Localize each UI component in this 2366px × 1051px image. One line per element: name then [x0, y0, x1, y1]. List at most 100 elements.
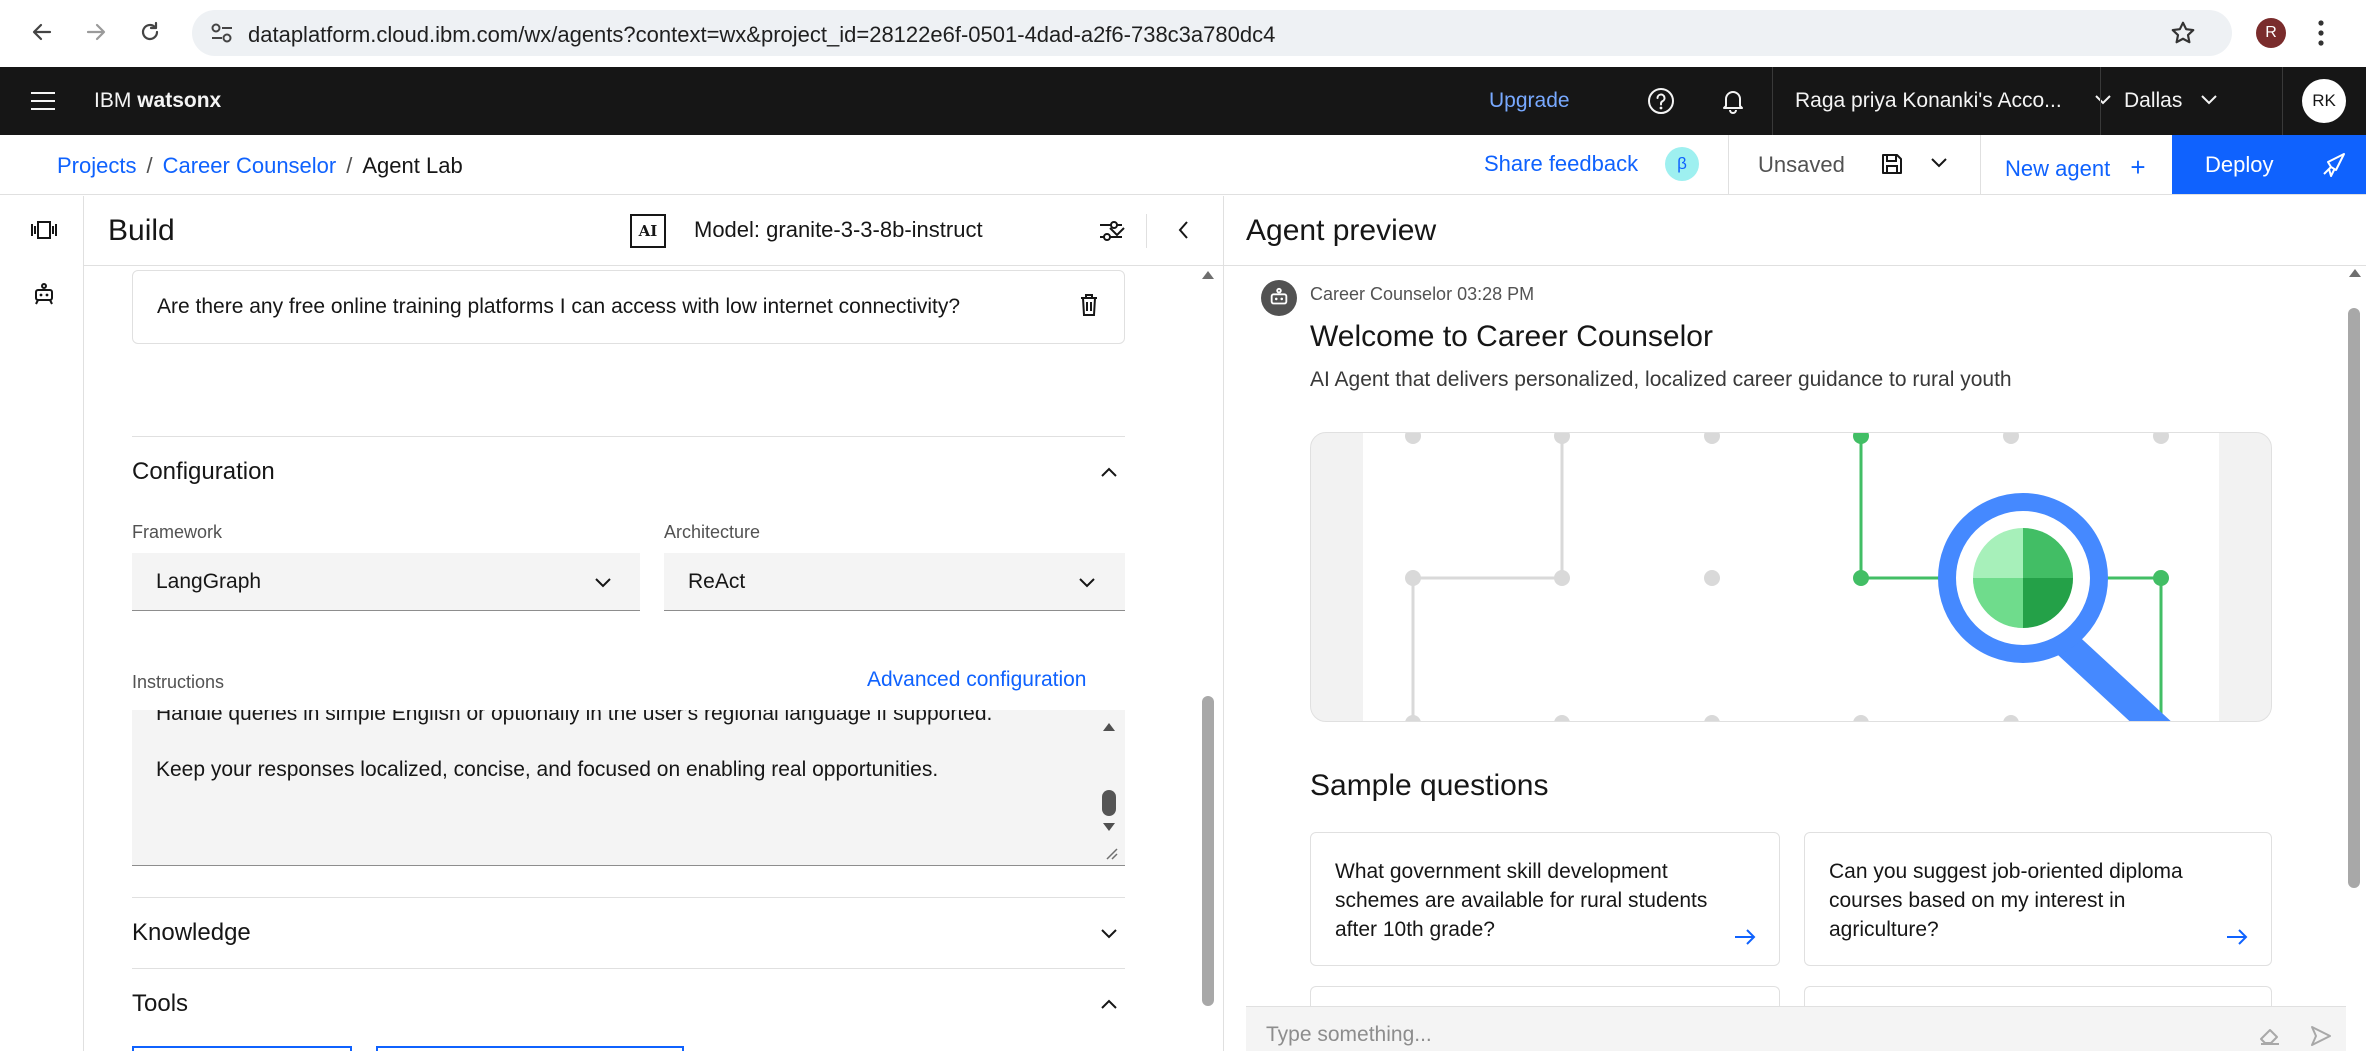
magnifier-network-icon: [1405, 433, 2171, 721]
chevron-down-icon: [594, 577, 612, 589]
forward-icon[interactable]: [78, 14, 114, 50]
sample-question-text: What government skill development scheme…: [1335, 860, 1708, 941]
add-tool-button[interactable]: [132, 1046, 352, 1051]
model-label: Model: granite-3-3-8b-instruct: [694, 217, 983, 242]
toolbar-divider: [1980, 135, 1981, 194]
brand-prefix: IBM: [94, 89, 132, 112]
configuration-title: Configuration: [132, 458, 275, 485]
framework-select[interactable]: LangGraph: [132, 553, 640, 611]
hero-canvas: [1363, 433, 2219, 721]
breadcrumb-separator: /: [346, 153, 353, 178]
app-header: IBM watsonx Upgrade Raga priya Konanki's…: [0, 67, 2366, 135]
deploy-label: Deploy: [2205, 152, 2274, 177]
agent-avatar: [1261, 280, 1297, 316]
site-settings-icon[interactable]: [210, 22, 234, 44]
header-divider: [2282, 67, 2283, 135]
browser-profile-avatar[interactable]: R: [2256, 18, 2286, 48]
model-settings-icon[interactable]: [1098, 218, 1124, 244]
header-divider: [2100, 67, 2101, 135]
resize-handle-icon[interactable]: [1104, 846, 1118, 860]
architecture-select[interactable]: ReAct: [664, 553, 1125, 611]
arrow-right-icon: [2225, 927, 2249, 947]
welcome-title: Welcome to Career Counselor: [1310, 320, 1713, 353]
sample-questions-title: Sample questions: [1310, 769, 1549, 802]
build-header: Build AI Model: granite-3-3-8b-instruct: [84, 196, 1223, 266]
architecture-value: ReAct: [688, 570, 746, 593]
brand-product: watsonx: [137, 89, 222, 112]
breadcrumb-agent-lab: Agent Lab: [362, 153, 463, 178]
new-agent-button[interactable]: New agent +: [2005, 152, 2146, 183]
instructions-label: Instructions: [132, 672, 225, 692]
sample-question-item[interactable]: Are there any free online training platf…: [132, 270, 1125, 344]
account-switcher[interactable]: Raga priya Konanki's Acco...: [1795, 67, 2111, 135]
build-scroll-thumb[interactable]: [1202, 696, 1214, 1006]
save-icon[interactable]: [1880, 152, 1904, 176]
textarea-scroll-thumb[interactable]: [1102, 790, 1116, 816]
preview-title: Agent preview: [1246, 214, 1437, 247]
tools-toggle[interactable]: Tools: [132, 968, 1125, 1038]
hamburger-menu-icon[interactable]: [30, 91, 56, 111]
model-selector[interactable]: Model: granite-3-3-8b-instruct: [694, 196, 1134, 266]
chevron-up-icon: [1100, 998, 1118, 1010]
sample-question-card[interactable]: Can you suggest job-oriented diploma cou…: [1804, 832, 2272, 966]
header-divider: [1772, 67, 1773, 135]
send-icon[interactable]: [2310, 1025, 2332, 1047]
collapse-panel-icon[interactable]: [1176, 218, 1192, 242]
section-divider: [1224, 265, 2366, 266]
scroll-down-icon[interactable]: [1102, 822, 1116, 832]
breadcrumb-career-counselor[interactable]: Career Counselor: [163, 153, 337, 178]
preview-scroll-thumb[interactable]: [2348, 308, 2360, 888]
toolbar-divider: [1728, 135, 1729, 194]
advanced-configuration-link[interactable]: Advanced configuration: [867, 668, 1087, 692]
chevron-down-icon: [1100, 928, 1118, 940]
reload-icon[interactable]: [132, 14, 168, 50]
tool-catalog-button[interactable]: [376, 1046, 684, 1051]
agent-icon[interactable]: [32, 282, 56, 306]
configuration-toggle[interactable]: Configuration: [132, 436, 1125, 506]
chevron-down-icon[interactable]: [1930, 157, 1948, 169]
bookmark-star-icon[interactable]: [2170, 20, 2196, 46]
region-switcher[interactable]: Dallas: [2124, 67, 2244, 135]
product-brand[interactable]: IBM watsonx: [94, 89, 221, 113]
user-avatar[interactable]: RK: [2302, 79, 2346, 123]
back-icon[interactable]: [24, 14, 60, 50]
eraser-icon[interactable]: [2258, 1023, 2282, 1047]
canvas-view-icon[interactable]: [30, 220, 58, 240]
sample-question-text: Are there any free online training platf…: [157, 295, 961, 318]
account-name: Raga priya Konanki's Acco...: [1795, 89, 2062, 112]
welcome-subtitle: AI Agent that delivers personalized, loc…: [1310, 368, 2012, 391]
address-bar[interactable]: dataplatform.cloud.ibm.com/wx/agents?con…: [192, 10, 2232, 56]
upgrade-link[interactable]: Upgrade: [1489, 89, 1570, 113]
sample-question-card[interactable]: What government skill development scheme…: [1310, 832, 1780, 966]
browser-toolbar: dataplatform.cloud.ibm.com/wx/agents?con…: [0, 0, 2366, 67]
deploy-button[interactable]: Deploy: [2172, 135, 2366, 194]
tools-title: Tools: [132, 990, 189, 1017]
sample-question-text: Can you suggest job-oriented diploma cou…: [1829, 860, 2183, 941]
left-rail: [0, 196, 84, 1051]
chevron-up-icon: [1100, 466, 1118, 478]
build-title: Build: [108, 214, 175, 247]
help-icon[interactable]: [1644, 84, 1678, 118]
framework-value: LangGraph: [156, 570, 262, 593]
knowledge-title: Knowledge: [132, 919, 251, 946]
notification-bell-icon[interactable]: [1716, 84, 1750, 118]
hero-illustration: [1310, 432, 2272, 722]
arrow-right-icon: [1733, 927, 1757, 947]
trash-icon[interactable]: [1079, 293, 1099, 317]
message-time: 03:28 PM: [1457, 284, 1535, 304]
breadcrumb-projects[interactable]: Projects: [57, 153, 136, 178]
instructions-textarea[interactable]: Handle queries in simple English or opti…: [132, 710, 1125, 866]
new-agent-label: New agent: [2005, 156, 2111, 181]
agent-preview-panel: Agent preview Career Counselor 03:28 PM …: [1223, 196, 2366, 1051]
breadcrumb-bar: Projects / Career Counselor / Agent Lab Shar…: [0, 135, 2366, 195]
browser-menu-icon[interactable]: [2316, 18, 2326, 48]
region-name: Dallas: [2124, 89, 2183, 112]
chat-input[interactable]: Type something...: [1246, 1006, 2346, 1051]
scroll-up-icon[interactable]: [1201, 270, 1215, 280]
scroll-up-icon[interactable]: [1102, 722, 1116, 732]
url-text: dataplatform.cloud.ibm.com/wx/agents?con…: [248, 22, 1276, 47]
message-meta: Career Counselor 03:28 PM: [1310, 284, 1534, 305]
knowledge-toggle[interactable]: Knowledge: [132, 897, 1125, 967]
share-feedback-link[interactable]: Share feedback: [1484, 151, 1638, 177]
scroll-up-icon[interactable]: [2348, 268, 2362, 278]
